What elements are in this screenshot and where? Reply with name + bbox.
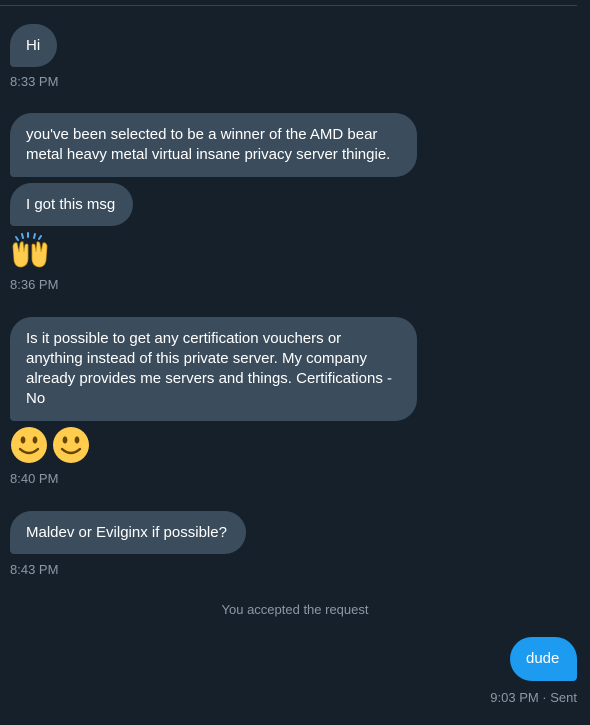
message-timestamp: 8:43 PM: [10, 562, 59, 577]
message-timestamp: 8:36 PM: [10, 277, 59, 292]
raising-hands-icon: [10, 232, 50, 270]
sent-message-timestamp: 9:03 PM · Sent: [490, 690, 577, 705]
slightly-smiling-face-icon: [10, 426, 48, 464]
message-bubble-hi[interactable]: Hi: [10, 24, 57, 67]
message-bubble-maldev[interactable]: Maldev or Evilginx if possible?: [10, 511, 246, 554]
smiley-emoji-message[interactable]: [10, 426, 90, 464]
message-bubble-got-msg[interactable]: I got this msg: [10, 183, 133, 226]
message-bubble-selected-winner[interactable]: you've been selected to be a winner of t…: [10, 113, 417, 177]
message-bubble-certification-vouchers[interactable]: Is it possible to get any certification …: [10, 317, 417, 421]
top-divider: [0, 5, 577, 6]
message-timestamp: 8:33 PM: [10, 74, 59, 89]
slightly-smiling-face-icon: [52, 426, 90, 464]
request-accepted-notice: You accepted the request: [221, 602, 369, 617]
message-timestamp: 8:40 PM: [10, 471, 59, 486]
sent-message-bubble[interactable]: dude: [510, 637, 577, 681]
raising-hands-emoji-message[interactable]: [10, 232, 50, 270]
